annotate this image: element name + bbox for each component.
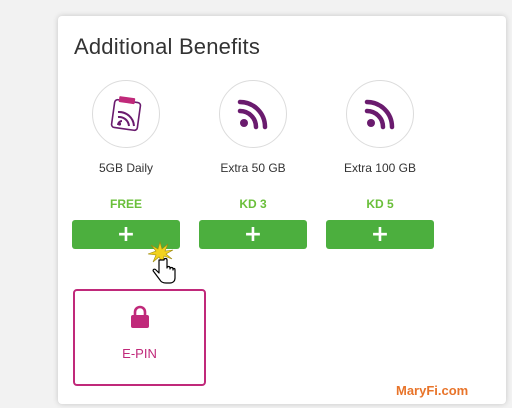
- benefit-5gb-daily: 5GB Daily FREE +: [72, 80, 180, 249]
- page: Additional Benefits 5GB Daily FREE + Ext…: [0, 0, 512, 408]
- benefit-icon-circle: [92, 80, 160, 148]
- add-extra-50gb-button[interactable]: +: [199, 220, 307, 249]
- benefit-name: Extra 50 GB: [220, 161, 286, 175]
- benefit-name: Extra 100 GB: [343, 161, 417, 175]
- benefit-price: KD 3: [239, 197, 267, 211]
- benefit-name: 5GB Daily: [98, 161, 154, 175]
- benefit-icon-circle: [346, 80, 414, 148]
- watermark: MaryFi.com: [396, 383, 469, 398]
- lock-icon: [130, 305, 150, 334]
- rss-signal-icon: [237, 99, 268, 130]
- add-extra-100gb-button[interactable]: +: [326, 220, 434, 249]
- additional-benefits-card: Additional Benefits 5GB Daily FREE + Ext…: [58, 16, 506, 404]
- benefit-extra-100gb: Extra 100 GB KD 5 +: [326, 80, 434, 249]
- epin-label: E-PIN: [122, 346, 157, 361]
- card-title: Additional Benefits: [74, 34, 261, 59]
- benefit-price: FREE: [109, 197, 142, 211]
- daily-wifi-badge-icon: [110, 96, 142, 132]
- hand-cursor-icon: [147, 240, 176, 284]
- epin-card[interactable]: E-PIN: [73, 289, 206, 386]
- benefit-extra-50gb: Extra 50 GB KD 3 +: [199, 80, 307, 249]
- rss-signal-icon: [364, 99, 395, 130]
- benefit-icon-circle: [219, 80, 287, 148]
- benefit-price: KD 5: [366, 197, 394, 211]
